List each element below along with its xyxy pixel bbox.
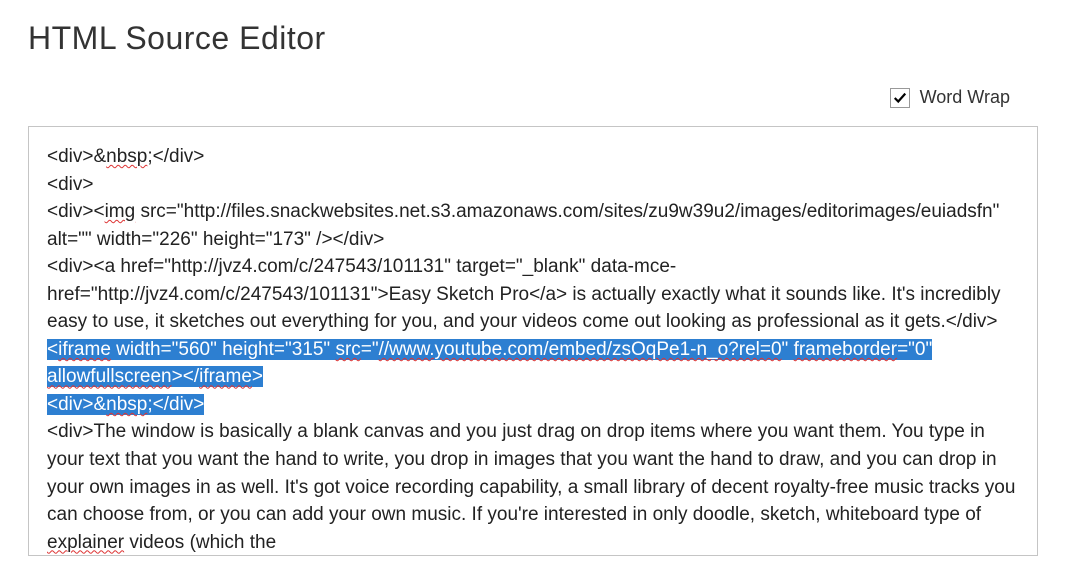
page-title: HTML Source Editor — [28, 20, 1038, 57]
source-textarea[interactable]: <div>&nbsp;</div> <div> <div><img src="h… — [28, 126, 1038, 556]
wordwrap-label: Word Wrap — [920, 87, 1010, 108]
selection: <div>&nbsp;</div> — [47, 394, 204, 415]
code-line: <div><img src="http://files.snackwebsite… — [47, 201, 999, 250]
checkmark-icon — [893, 91, 907, 105]
code-line: <div>The window is basically a blank can… — [47, 421, 1015, 552]
wordwrap-checkbox[interactable] — [890, 88, 910, 108]
editor-window: HTML Source Editor Word Wrap <div>&nbsp;… — [0, 0, 1066, 576]
selection: <iframe width="560" height="315" src="//… — [47, 339, 932, 388]
wordwrap-row: Word Wrap — [28, 87, 1038, 108]
code-line: <div> — [47, 174, 93, 195]
code-line: <div>&nbsp;</div> — [47, 146, 204, 167]
code-line: <div><a href="http://jvz4.com/c/247543/1… — [47, 256, 1001, 332]
